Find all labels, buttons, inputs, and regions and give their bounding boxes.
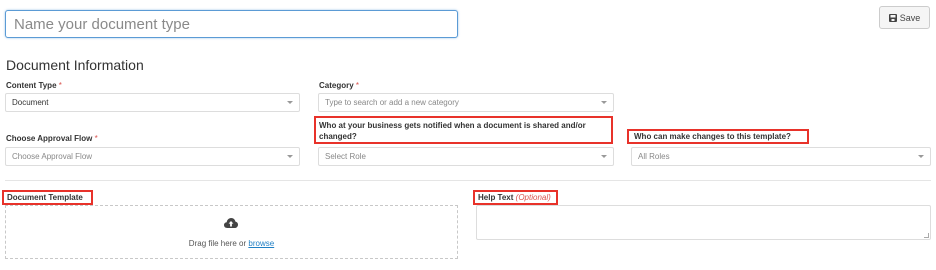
chevron-down-icon — [601, 155, 607, 158]
chevron-down-icon — [601, 101, 607, 104]
approval-flow-label: Choose Approval Flow * — [6, 134, 98, 143]
document-type-name-input[interactable] — [5, 10, 458, 38]
browse-link[interactable]: browse — [248, 239, 274, 248]
document-template-label: Document Template — [2, 190, 93, 205]
save-button-label: Save — [899, 12, 921, 23]
chevron-down-icon — [287, 155, 293, 158]
change-role-value: All Roles — [638, 152, 670, 161]
chevron-down-icon — [918, 155, 924, 158]
file-dropzone[interactable] — [5, 205, 458, 259]
cloud-upload-icon — [224, 218, 238, 228]
optional-marker: (Optional) — [515, 193, 551, 202]
category-label: Category * — [319, 81, 360, 90]
change-role-label: Who can make changes to this template? — [627, 129, 809, 144]
category-placeholder: Type to search or add a new category — [325, 98, 459, 107]
approval-flow-placeholder: Choose Approval Flow — [12, 152, 93, 161]
save-button[interactable]: Save — [879, 6, 930, 29]
section-divider — [5, 180, 931, 181]
floppy-disk-icon — [888, 13, 897, 22]
resize-handle-icon[interactable] — [924, 233, 929, 238]
required-marker: * — [355, 81, 360, 90]
section-title: Document Information — [6, 57, 144, 73]
notify-role-label: Who at your business gets notified when … — [314, 116, 613, 144]
required-marker: * — [58, 81, 62, 90]
content-type-value: Document — [12, 98, 49, 107]
content-type-label: Content Type * — [6, 81, 62, 90]
category-select[interactable]: Type to search or add a new category — [318, 93, 614, 112]
notify-role-select[interactable]: Select Role — [318, 147, 614, 166]
change-role-select[interactable]: All Roles — [631, 147, 931, 166]
help-text-label: Help Text (Optional) — [473, 190, 558, 205]
required-marker: * — [94, 134, 98, 143]
help-text-textarea[interactable] — [476, 205, 931, 240]
chevron-down-icon — [287, 101, 293, 104]
approval-flow-select[interactable]: Choose Approval Flow — [5, 147, 300, 166]
notify-role-value: Select Role — [325, 152, 366, 161]
content-type-select[interactable]: Document — [5, 93, 300, 112]
dropzone-text: Drag file here or browse — [188, 239, 275, 248]
